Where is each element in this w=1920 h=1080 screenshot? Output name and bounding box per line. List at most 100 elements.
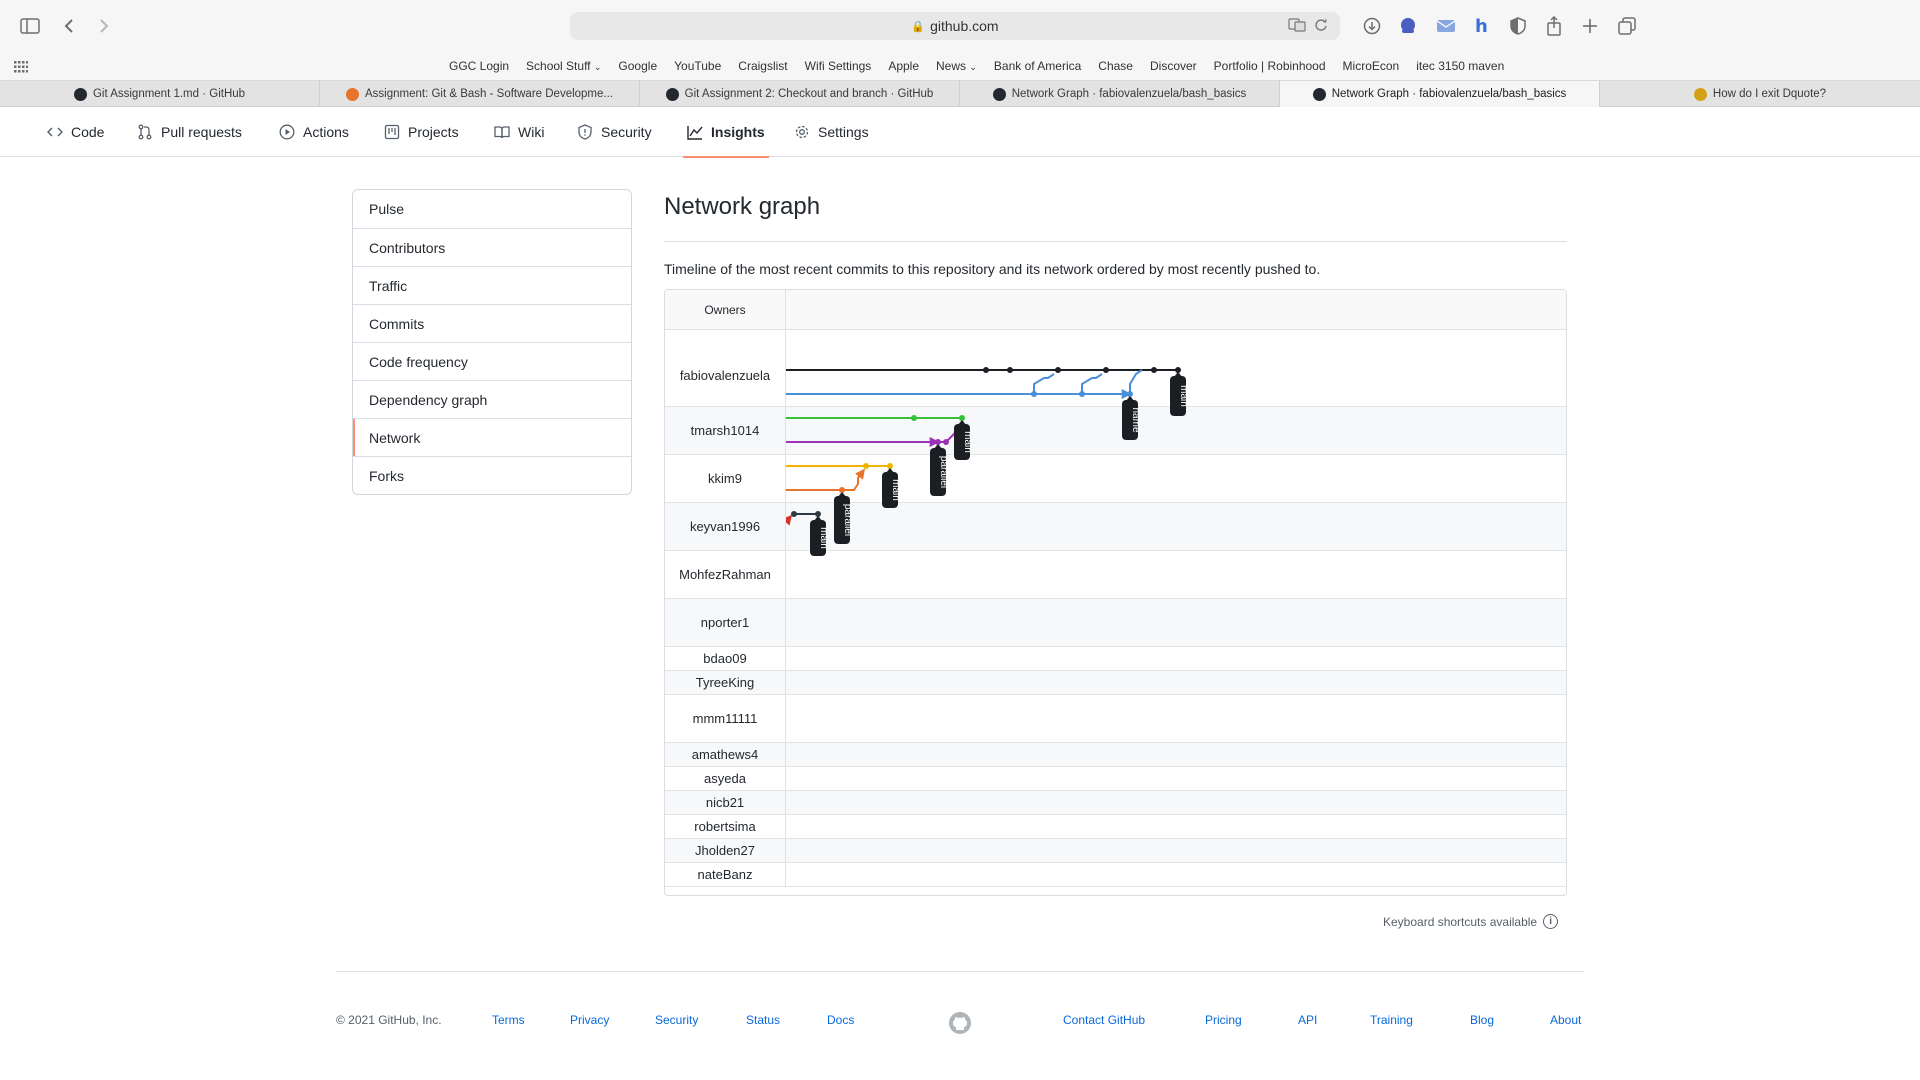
footer-link-about[interactable]: About bbox=[1550, 1013, 1581, 1027]
keyboard-shortcuts-hint[interactable]: Keyboard shortcuts available i bbox=[1383, 914, 1559, 929]
sidebar-toggle-icon[interactable] bbox=[16, 12, 44, 40]
footer-link-api[interactable]: API bbox=[1298, 1013, 1317, 1027]
owner-name[interactable]: bdao09 bbox=[665, 647, 786, 670]
branch-label-kkim-main[interactable]: main bbox=[882, 468, 901, 508]
forward-icon[interactable] bbox=[90, 12, 118, 40]
favorite-wifi-settings[interactable]: Wifi Settings bbox=[805, 59, 872, 73]
tab-projects[interactable]: Projects bbox=[384, 107, 459, 157]
download-icon[interactable] bbox=[1358, 12, 1386, 40]
footer-link-docs[interactable]: Docs bbox=[827, 1013, 854, 1027]
extension-h-icon[interactable]: h bbox=[1468, 12, 1496, 40]
new-tab-icon[interactable] bbox=[1576, 12, 1604, 40]
owner-name[interactable]: kkim9 bbox=[665, 455, 786, 502]
address-bar[interactable]: 🔒 github.com bbox=[570, 12, 1340, 40]
commit-dot[interactable] bbox=[911, 415, 917, 421]
sidebar-item-contributors[interactable]: Contributors bbox=[353, 228, 631, 266]
shield-icon[interactable] bbox=[1504, 12, 1532, 40]
owner-name[interactable]: nateBanz bbox=[665, 863, 786, 886]
footer-link-security[interactable]: Security bbox=[655, 1013, 698, 1027]
commit-dot[interactable] bbox=[1007, 367, 1013, 373]
commit-dot[interactable] bbox=[1151, 367, 1157, 373]
tab-wiki[interactable]: Wiki bbox=[494, 107, 544, 157]
browser-tab[interactable]: Git Assignment 1.md · GitHub bbox=[0, 81, 320, 107]
favorite-news[interactable]: News ⌄ bbox=[936, 59, 977, 73]
github-logo-icon[interactable] bbox=[948, 1011, 972, 1035]
footer-link-status[interactable]: Status bbox=[746, 1013, 780, 1027]
browser-tab[interactable]: Assignment: Git & Bash - Software Develo… bbox=[320, 81, 640, 107]
owner-name[interactable]: MohfezRahman bbox=[665, 551, 786, 598]
branch-label-kkim-parallel[interactable]: parallel bbox=[834, 492, 853, 544]
branch-label-tmarsh-parallel[interactable]: parallel bbox=[930, 444, 949, 496]
tab-code[interactable]: Code bbox=[47, 107, 104, 157]
tab-security[interactable]: Security bbox=[577, 107, 652, 157]
info-icon[interactable]: i bbox=[1543, 914, 1559, 929]
owner-name[interactable]: nporter1 bbox=[665, 599, 786, 646]
commit-dot[interactable] bbox=[1079, 391, 1085, 397]
owner-name[interactable]: fabiovalenzuela bbox=[665, 330, 786, 406]
footer-link-pricing[interactable]: Pricing bbox=[1205, 1013, 1242, 1027]
commit-dot[interactable] bbox=[943, 439, 949, 445]
favorite-microecon[interactable]: MicroEcon bbox=[1343, 59, 1400, 73]
back-icon[interactable] bbox=[55, 12, 83, 40]
sidebar-item-pulse[interactable]: Pulse bbox=[353, 190, 631, 228]
favorite-google[interactable]: Google bbox=[618, 59, 657, 73]
sidebar-item-forks[interactable]: Forks bbox=[353, 456, 631, 494]
reload-icon[interactable] bbox=[1314, 18, 1328, 32]
owner-name[interactable]: asyeda bbox=[665, 767, 786, 790]
favorite-youtube[interactable]: YouTube bbox=[674, 59, 721, 73]
favorite-ggc-login[interactable]: GGC Login bbox=[449, 59, 509, 73]
footer-link-privacy[interactable]: Privacy bbox=[570, 1013, 609, 1027]
commit-dot[interactable] bbox=[1031, 391, 1037, 397]
browser-tab-active[interactable]: Network Graph · fabiovalenzuela/bash_bas… bbox=[1280, 81, 1600, 107]
tab-overview-icon[interactable] bbox=[1613, 12, 1641, 40]
favorite-apple[interactable]: Apple bbox=[888, 59, 919, 73]
favorite-craigslist[interactable]: Craigslist bbox=[738, 59, 787, 73]
extension-mail-icon[interactable] bbox=[1432, 12, 1460, 40]
branch-label-tmarsh-main[interactable]: main bbox=[954, 420, 973, 460]
tab-insights[interactable]: Insights bbox=[683, 107, 769, 158]
owner-name[interactable]: TyreeKing bbox=[665, 671, 786, 694]
extension-octocat-icon[interactable] bbox=[1394, 12, 1422, 40]
owner-name[interactable]: keyvan1996 bbox=[665, 503, 786, 550]
network-graph[interactable]: Owners fabiovalenzuela tmarsh1014 kkim9 … bbox=[664, 289, 1567, 896]
favorite-chase[interactable]: Chase bbox=[1098, 59, 1133, 73]
commit-dot[interactable] bbox=[1055, 367, 1061, 373]
favorite-robinhood[interactable]: Portfolio | Robinhood bbox=[1214, 59, 1326, 73]
sidebar-item-code-frequency[interactable]: Code frequency bbox=[353, 342, 631, 380]
commit-dot[interactable] bbox=[1103, 367, 1109, 373]
favorite-discover[interactable]: Discover bbox=[1150, 59, 1197, 73]
commit-dot[interactable] bbox=[791, 511, 797, 517]
browser-tab[interactable]: Network Graph · fabiovalenzuela/bash_bas… bbox=[960, 81, 1280, 107]
tab-settings[interactable]: Settings bbox=[794, 107, 869, 157]
footer-link-training[interactable]: Training bbox=[1370, 1013, 1413, 1027]
owner-name[interactable]: robertsima bbox=[665, 815, 786, 838]
footer-link-contact-github[interactable]: Contact GitHub bbox=[1063, 1013, 1145, 1027]
tab-pull-requests[interactable]: Pull requests bbox=[137, 107, 242, 157]
owner-name[interactable]: nicb21 bbox=[665, 791, 786, 814]
browser-tab[interactable]: How do I exit Dquote? bbox=[1600, 81, 1920, 107]
owner-name[interactable]: mmm11111 bbox=[665, 695, 786, 742]
branch-label-fabio-main[interactable]: main bbox=[1170, 372, 1189, 416]
favorite-bank-of-america[interactable]: Bank of America bbox=[994, 59, 1081, 73]
sidebar-item-dependency-graph[interactable]: Dependency graph bbox=[353, 380, 631, 418]
commit-dot[interactable] bbox=[983, 367, 989, 373]
translate-icon[interactable] bbox=[1288, 18, 1306, 32]
footer-link-blog[interactable]: Blog bbox=[1470, 1013, 1494, 1027]
sidebar-item-commits[interactable]: Commits bbox=[353, 304, 631, 342]
sidebar-item-network[interactable]: Network bbox=[353, 418, 631, 456]
favorite-itec-3150-maven[interactable]: itec 3150 maven bbox=[1416, 59, 1504, 73]
apps-grid-icon[interactable] bbox=[14, 61, 28, 73]
branch-label-fabio-name[interactable]: name bbox=[1122, 396, 1141, 440]
owner-name[interactable]: Jholden27 bbox=[665, 839, 786, 862]
browser-tab[interactable]: Git Assignment 2: Checkout and branch · … bbox=[640, 81, 960, 107]
owner-name[interactable]: amathews4 bbox=[665, 743, 786, 766]
footer-link-terms[interactable]: Terms bbox=[492, 1013, 525, 1027]
gear-icon bbox=[795, 125, 809, 139]
owner-name[interactable]: tmarsh1014 bbox=[665, 407, 786, 454]
tab-actions[interactable]: Actions bbox=[279, 107, 349, 157]
sidebar-item-traffic[interactable]: Traffic bbox=[353, 266, 631, 304]
commit-dot[interactable] bbox=[863, 463, 869, 469]
favorite-school-stuff[interactable]: School Stuff ⌄ bbox=[526, 59, 601, 73]
share-icon[interactable] bbox=[1540, 12, 1568, 40]
branch-label-keyvan-main[interactable]: main bbox=[810, 516, 829, 556]
